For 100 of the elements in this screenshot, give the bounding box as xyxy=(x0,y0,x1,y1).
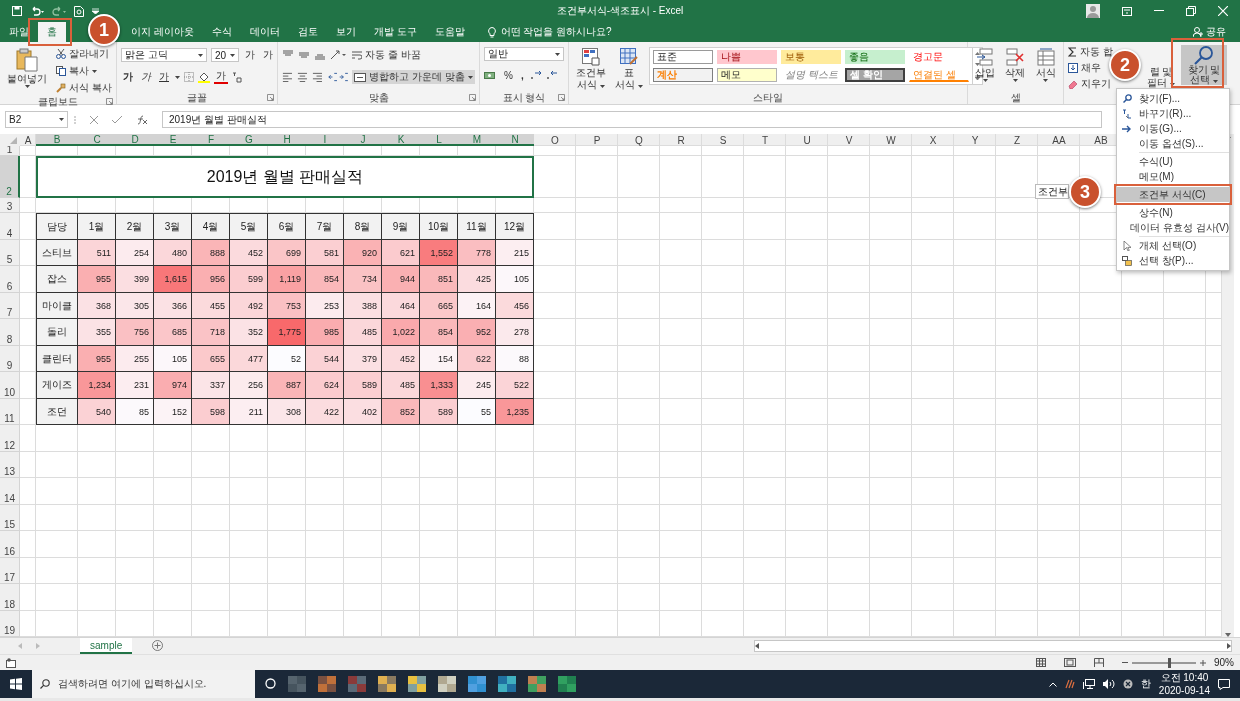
phonetic-icon[interactable] xyxy=(232,71,242,83)
column-header[interactable]: D xyxy=(116,134,154,146)
function-icon[interactable] xyxy=(136,114,148,125)
error-icon[interactable] xyxy=(1122,679,1133,689)
column-header[interactable]: L xyxy=(420,134,458,146)
cell-style[interactable]: 표준 xyxy=(652,50,713,64)
close-icon[interactable] xyxy=(1218,6,1228,16)
column-header[interactable]: U xyxy=(786,134,828,146)
paste-button[interactable]: 붙여넣기 xyxy=(4,47,50,89)
merge-center-button[interactable]: 병합하고 가운데 맞춤 xyxy=(352,70,475,84)
launcher-icon[interactable] xyxy=(106,98,113,105)
row-header[interactable]: 9 xyxy=(0,346,20,372)
sheet-tab[interactable]: sample xyxy=(80,638,133,654)
font-size-button[interactable]: 가 xyxy=(261,48,275,62)
row-header[interactable]: 3 xyxy=(0,198,20,213)
cell-style[interactable]: 경고문 xyxy=(908,50,969,64)
row-header[interactable]: 1 xyxy=(0,146,20,156)
find-select-button[interactable]: 찾기 및 선택 xyxy=(1181,45,1227,85)
font-size-button[interactable]: 가 xyxy=(243,48,257,62)
customize-icon[interactable] xyxy=(92,8,99,14)
share-button[interactable]: 공유 xyxy=(1193,22,1226,42)
column-header[interactable]: Y xyxy=(954,134,996,146)
chevron-up-icon[interactable] xyxy=(1048,681,1057,687)
font-size-field[interactable]: 20 xyxy=(211,48,239,62)
menu-item[interactable]: 메모(M) xyxy=(1117,169,1229,184)
print-preview-icon[interactable] xyxy=(74,5,84,17)
zoom-in-icon[interactable] xyxy=(1200,659,1206,666)
cut-button[interactable]: 잘라내기 xyxy=(54,47,114,61)
launcher-icon[interactable] xyxy=(469,94,476,101)
horizontal-scrollbar[interactable] xyxy=(754,640,1232,652)
scroll-left-icon[interactable] xyxy=(755,643,759,649)
ribbon-tab[interactable]: 홈 xyxy=(38,22,66,42)
align-right-icon[interactable] xyxy=(311,72,323,82)
scroll-down-icon[interactable] xyxy=(974,63,980,67)
font-style-button[interactable]: 가 xyxy=(157,70,171,84)
format-painter-button[interactable]: 서식 복사 xyxy=(54,81,114,95)
row-header[interactable]: 18 xyxy=(0,584,20,611)
ribbon-tab[interactable]: 검토 xyxy=(288,22,327,42)
column-header[interactable]: A xyxy=(20,134,36,146)
check-icon[interactable] xyxy=(112,115,122,124)
cell-style[interactable]: 보통 xyxy=(780,50,841,64)
orientation-icon[interactable] xyxy=(330,50,346,60)
add-sheet-icon[interactable] xyxy=(152,640,164,651)
ribbon-tab[interactable]: 개발 도구 xyxy=(364,22,426,42)
column-header[interactable]: J xyxy=(344,134,382,146)
launcher-icon[interactable] xyxy=(558,94,565,101)
row-header[interactable]: 16 xyxy=(0,531,20,558)
menu-item[interactable]: 상수(N) xyxy=(1117,205,1229,220)
normal-view-icon[interactable] xyxy=(1036,658,1046,667)
cell-style[interactable]: 설명 텍스트 xyxy=(780,68,841,82)
row-header[interactable]: 19 xyxy=(0,611,20,637)
title-cell[interactable]: 2019년 월별 판매실적 xyxy=(36,156,534,198)
row-header[interactable]: 5 xyxy=(0,240,20,266)
launcher-icon[interactable] xyxy=(267,94,274,101)
undo-icon[interactable] xyxy=(30,6,44,16)
save-icon[interactable] xyxy=(12,6,22,16)
menu-item[interactable]: 선택 창(P)... xyxy=(1117,253,1229,268)
macro-icon[interactable] xyxy=(6,657,16,668)
row-header[interactable]: 4 xyxy=(0,213,20,240)
number-format-field[interactable]: 일반 xyxy=(484,47,564,61)
scroll-right-icon[interactable] xyxy=(1227,643,1231,649)
column-header[interactable]: Z xyxy=(996,134,1038,146)
row-header[interactable]: 2 xyxy=(0,156,20,198)
cells-button[interactable]: 서식 xyxy=(1032,47,1059,83)
cortana-icon[interactable] xyxy=(265,678,276,689)
ribbon-tab[interactable]: 수식 xyxy=(202,22,241,42)
column-header[interactable]: O xyxy=(534,134,576,146)
cell-style[interactable]: 좋음 xyxy=(844,50,905,64)
wrap-text-button[interactable]: 자동 줄 바꿈 xyxy=(350,48,423,62)
more-icon[interactable] xyxy=(974,74,980,80)
row-header[interactable]: 10 xyxy=(0,372,20,399)
column-header[interactable]: R xyxy=(660,134,702,146)
scroll-up-icon[interactable] xyxy=(974,52,980,56)
percent-button[interactable]: % xyxy=(502,68,515,82)
column-header[interactable]: F xyxy=(192,134,230,146)
cells-button[interactable]: 삽입 xyxy=(972,47,999,83)
row-header[interactable]: 12 xyxy=(0,425,20,452)
row-header[interactable]: 17 xyxy=(0,558,20,584)
comma-button[interactable]: , xyxy=(518,68,526,82)
ribbon-tab[interactable]: 데이터 xyxy=(240,22,289,42)
font-style-button[interactable]: 가 xyxy=(139,70,153,84)
sort-filter-button[interactable]: 렬 및 필터 xyxy=(1147,45,1175,88)
menu-item[interactable]: 바꾸기(R)... xyxy=(1117,106,1229,121)
column-header[interactable]: C xyxy=(78,134,116,146)
windows-icon[interactable] xyxy=(10,678,22,690)
column-header[interactable]: X xyxy=(912,134,954,146)
indent-icon[interactable] xyxy=(326,72,349,82)
ribbon-tab[interactable]: 도움말 xyxy=(425,22,474,42)
column-header[interactable]: W xyxy=(870,134,912,146)
clock[interactable]: 오전 10:40 2020-09-14 xyxy=(1158,671,1210,697)
tell-me-field[interactable]: 어떤 작업을 원하시나요? xyxy=(500,25,612,39)
menu-item[interactable]: 이동 옵션(S)... xyxy=(1117,136,1229,151)
decimal-increase-icon[interactable] xyxy=(529,70,542,80)
zoom-level[interactable]: 90% xyxy=(1214,657,1234,668)
column-header[interactable]: K xyxy=(382,134,420,146)
menu-item[interactable]: 이동(G)... xyxy=(1117,121,1229,136)
formula-field[interactable]: 2019년 월별 판매실적 xyxy=(162,111,1102,128)
network-icon[interactable] xyxy=(1082,679,1095,689)
decimal-decrease-icon[interactable] xyxy=(545,70,558,80)
minimize-icon[interactable] xyxy=(1154,10,1164,12)
